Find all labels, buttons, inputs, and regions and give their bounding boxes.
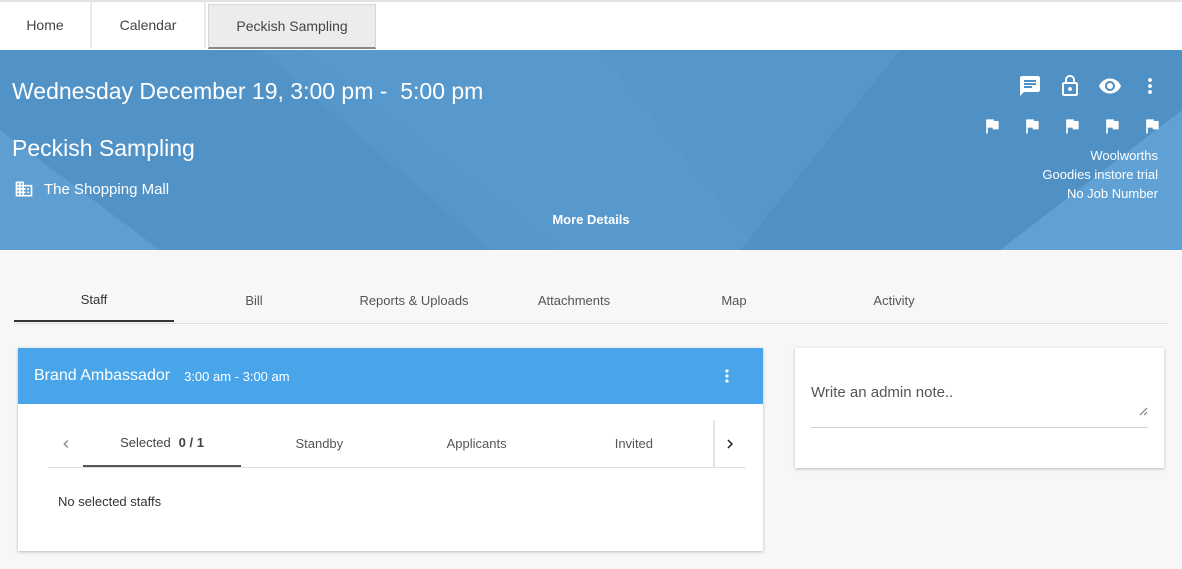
lock-icon[interactable] xyxy=(1058,74,1082,98)
role-card: Brand Ambassador 3:00 am - 3:00 am Selec… xyxy=(18,348,763,551)
chat-icon[interactable] xyxy=(1018,74,1042,98)
more-details-link[interactable]: More Details xyxy=(0,212,1182,227)
content-tab-bar: Staff Bill Reports & Uploads Attachments… xyxy=(14,278,1168,324)
tab-activity[interactable]: Activity xyxy=(814,278,974,322)
more-vert-icon[interactable] xyxy=(1138,74,1162,98)
eye-icon[interactable] xyxy=(1098,74,1122,98)
location-name: The Shopping Mall xyxy=(44,180,170,198)
event-header: Wednesday December 19, 3:00 pm - 5:00 pm… xyxy=(0,50,1182,250)
flag-icon[interactable] xyxy=(1062,116,1082,136)
header-actions xyxy=(1018,74,1162,98)
resize-handle-icon[interactable] xyxy=(1138,406,1148,416)
tab-invited[interactable]: Invited xyxy=(555,420,712,467)
tab-staff[interactable]: Staff xyxy=(14,278,174,322)
staff-sub-tabs: Selected 0 / 1 Standby Applicants Invite… xyxy=(48,420,746,468)
client-name: Woolworths xyxy=(1090,148,1158,163)
tab-calendar[interactable]: Calendar xyxy=(92,2,206,48)
selected-count: 0 / 1 xyxy=(178,435,204,450)
flag-icon[interactable] xyxy=(982,116,1002,136)
job-number: No Job Number xyxy=(1066,186,1158,201)
selected-label: Selected xyxy=(120,435,171,450)
tab-selected[interactable]: Selected 0 / 1 xyxy=(83,420,241,467)
event-location: The Shopping Mall xyxy=(14,179,169,199)
chevron-right-icon[interactable] xyxy=(712,420,746,467)
empty-state-message: No selected staffs xyxy=(58,494,162,509)
tab-attachments[interactable]: Attachments xyxy=(494,278,654,322)
flag-icon[interactable] xyxy=(1022,116,1042,136)
role-time: 3:00 am - 3:00 am xyxy=(184,368,290,384)
event-title: Peckish Sampling xyxy=(12,135,195,161)
event-info: Woolworths Goodies instore trial No Job … xyxy=(1042,146,1158,203)
tab-reports-uploads[interactable]: Reports & Uploads xyxy=(334,278,494,322)
admin-note-card xyxy=(795,348,1164,468)
flag-icon[interactable] xyxy=(1102,116,1122,136)
top-tab-bar: Home Calendar Peckish Sampling xyxy=(0,0,1182,50)
tab-standby[interactable]: Standby xyxy=(241,420,398,467)
tab-bill[interactable]: Bill xyxy=(174,278,334,322)
tab-applicants[interactable]: Applicants xyxy=(398,420,555,467)
flag-row xyxy=(982,116,1162,136)
more-vert-icon[interactable] xyxy=(717,366,737,386)
tab-peckish-sampling[interactable]: Peckish Sampling xyxy=(208,4,376,49)
tab-home[interactable]: Home xyxy=(0,2,92,48)
chevron-left-icon[interactable] xyxy=(48,420,83,467)
campaign-name: Goodies instore trial xyxy=(1042,167,1158,182)
building-icon xyxy=(15,181,33,197)
admin-note-input[interactable] xyxy=(811,378,1148,428)
tab-map[interactable]: Map xyxy=(654,278,814,322)
flag-icon[interactable] xyxy=(1142,116,1162,136)
event-date-time: Wednesday December 19, 3:00 pm - 5:00 pm xyxy=(12,78,484,104)
role-name: Brand Ambassador xyxy=(34,367,171,384)
role-card-header: Brand Ambassador 3:00 am - 3:00 am xyxy=(18,348,763,404)
